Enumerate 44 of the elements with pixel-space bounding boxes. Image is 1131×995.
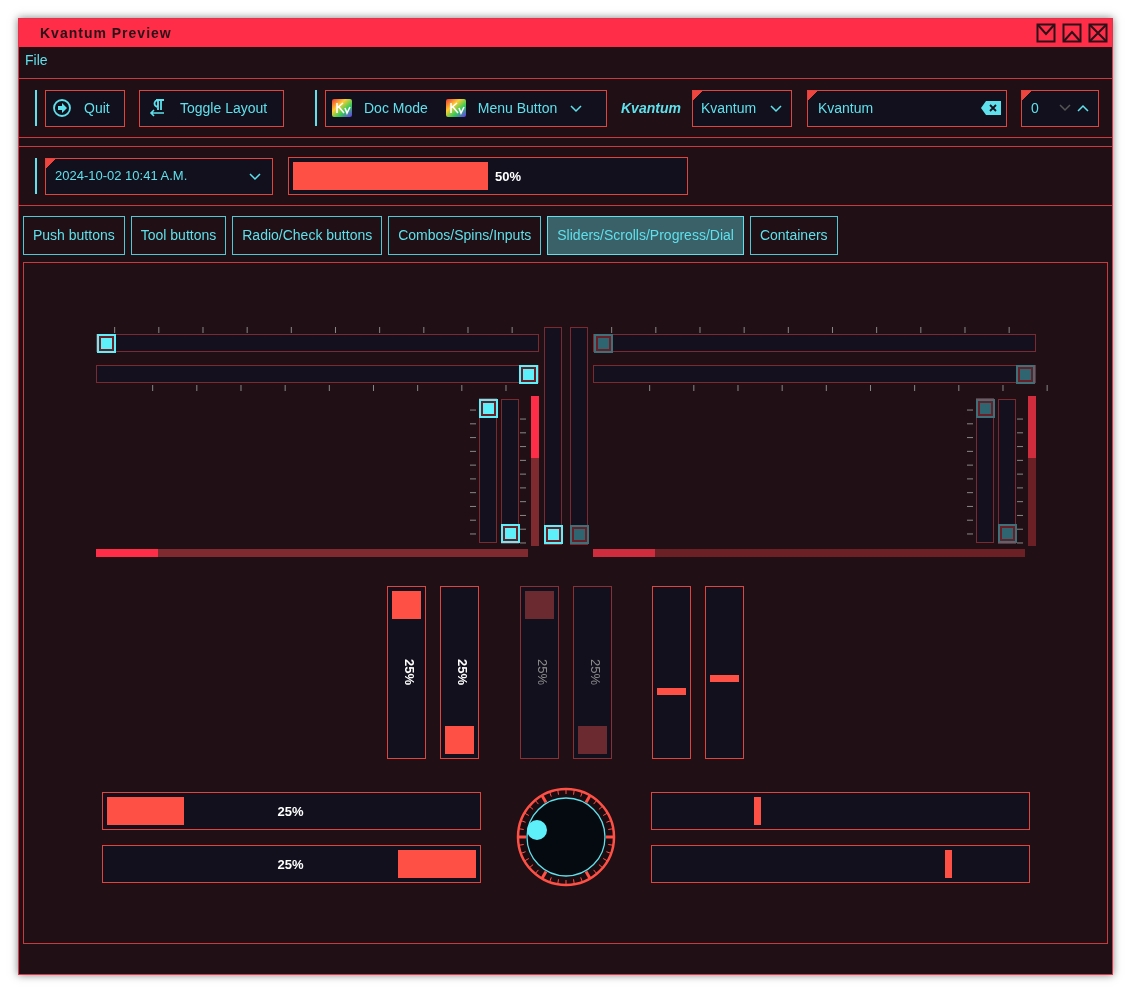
busy-chunk	[657, 688, 686, 695]
combo-box[interactable]: Kvantum	[691, 89, 792, 127]
progress-text: 25%	[533, 659, 551, 686]
window-title: Kvantum Preview	[40, 23, 172, 43]
progress-text: 25%	[586, 659, 604, 686]
exit-icon	[52, 98, 72, 118]
quit-button[interactable]: Quit	[45, 89, 125, 127]
chevron-down-icon	[768, 102, 783, 114]
tab[interactable]: Containers	[749, 216, 838, 255]
maximize-button[interactable]	[1062, 23, 1082, 43]
chevron-down-icon	[1057, 103, 1072, 113]
date-time-field[interactable]: 2024-10-02 10:41 A.M.	[45, 157, 273, 195]
progress-text: 25%	[277, 802, 304, 821]
minimize-button[interactable]	[1036, 23, 1056, 43]
tab[interactable]: Tool buttons	[130, 216, 227, 255]
dial[interactable]	[515, 787, 616, 887]
tab[interactable]: Sliders/Scrolls/Progress/Dial	[547, 216, 744, 255]
app-logo-icon	[445, 99, 466, 117]
progress-text: 25%	[277, 855, 304, 874]
scrollbar-handle[interactable]	[530, 396, 539, 458]
menu-item[interactable]: File	[25, 49, 48, 71]
pilcrow-icon	[148, 98, 166, 118]
progress-text: 25%	[400, 659, 418, 686]
close-button[interactable]	[1088, 23, 1108, 43]
scrollbar-handle[interactable]	[95, 549, 158, 557]
tab[interactable]: Combos/Spins/Inputs	[388, 216, 542, 255]
tab[interactable]: Push buttons	[23, 216, 125, 255]
chevron-up-icon	[1075, 103, 1090, 113]
progress-text: 50%	[495, 168, 522, 186]
menu-button[interactable]: Menu Button	[445, 97, 584, 119]
toggle-layout-button[interactable]: Toggle Layout	[139, 89, 284, 127]
app-logo-icon	[332, 99, 352, 117]
busy-chunk	[753, 796, 761, 825]
chevron-down-icon	[569, 102, 584, 114]
clear-button[interactable]	[980, 101, 1001, 115]
busy-chunk	[710, 675, 739, 682]
busy-chunk	[944, 849, 952, 878]
spin-box[interactable]: 0	[1020, 89, 1099, 127]
progress-text: 25%	[453, 659, 471, 686]
chevron-down-icon	[248, 170, 262, 182]
toolbar-label: Kvantum	[621, 98, 681, 118]
tab[interactable]: Radio/Check buttons	[232, 216, 383, 255]
doc-mode-button[interactable]: Doc Mode	[332, 97, 428, 119]
text-field[interactable]: Kvantum	[806, 89, 1007, 127]
